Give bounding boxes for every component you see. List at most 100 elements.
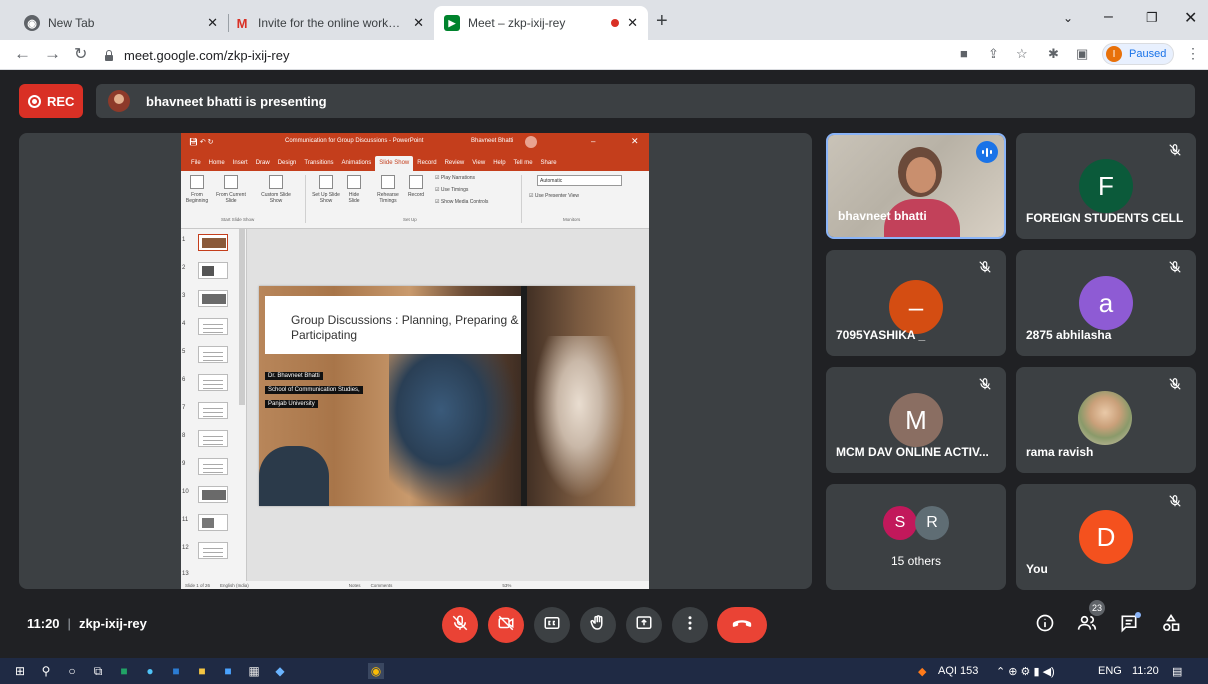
word-icon[interactable]: ■ xyxy=(168,663,184,679)
tab-gmail[interactable]: M Invite for the online workshop (6 ✕ xyxy=(224,6,434,40)
bookmark-star-icon[interactable]: ☆ xyxy=(1016,46,1028,62)
excel-icon[interactable]: ■ xyxy=(116,663,132,679)
mail-icon[interactable]: ■ xyxy=(220,663,236,679)
chrome-icon: ◉ xyxy=(24,15,40,31)
tab-meet[interactable]: ▶ Meet – zkp-ixij-rey ✕ xyxy=(434,6,648,40)
windows-start-icon[interactable]: ⊞ xyxy=(12,663,28,679)
more-icon xyxy=(681,614,699,637)
activities-button[interactable] xyxy=(1160,613,1182,636)
ppt-menu-item: Draw xyxy=(255,160,270,166)
slide-thumbnail xyxy=(198,514,228,531)
participant-tile[interactable]: M MCM DAV ONLINE ACTIV... xyxy=(826,367,1006,473)
chrome-taskbar-icon[interactable]: ◉ xyxy=(368,663,384,679)
slide-thumbnail xyxy=(198,458,228,475)
meet-icon: ▶ xyxy=(444,15,460,31)
raise-hand-button[interactable] xyxy=(580,607,616,643)
people-button[interactable] xyxy=(1076,614,1098,636)
present-button[interactable] xyxy=(626,607,662,643)
slide-author: Dr. Bhavneet Bhatti xyxy=(265,372,323,380)
others-count: 15 others xyxy=(890,554,942,568)
participant-tile-speaking[interactable]: bhavneet bhatti xyxy=(826,133,1006,239)
thumb-number: 9 xyxy=(182,461,186,467)
participant-tile[interactable]: rama ravish xyxy=(1016,367,1196,473)
edge-icon[interactable]: ● xyxy=(142,663,158,679)
ppt-menu-item: Animations xyxy=(341,160,372,166)
recording-indicator[interactable]: REC xyxy=(19,84,83,118)
ribbon-record: Record xyxy=(405,175,427,198)
restore-button[interactable]: ❐ xyxy=(1146,10,1158,26)
meeting-info: 11:20 | zkp-ixij-rey xyxy=(27,616,147,631)
mic-toggle-button[interactable] xyxy=(442,607,478,643)
camera-indicator-icon[interactable]: ■ xyxy=(960,46,968,61)
cortana-icon[interactable]: ○ xyxy=(64,663,80,679)
slide-thumbnail xyxy=(198,290,228,307)
tab-search-icon[interactable]: ⌄ xyxy=(1063,11,1073,25)
ppt-menu-item: View xyxy=(472,160,486,166)
close-icon[interactable]: ✕ xyxy=(207,15,218,31)
reload-button[interactable]: ↻ xyxy=(74,44,87,64)
share-icon[interactable]: ⇪ xyxy=(988,46,999,62)
forward-button[interactable]: → xyxy=(44,44,61,64)
search-icon[interactable]: ⚲ xyxy=(38,663,54,679)
language-indicator[interactable]: ENG xyxy=(1098,665,1122,677)
recording-dot-icon xyxy=(611,19,620,27)
ppt-menu-item: Tell me xyxy=(513,160,533,166)
present-icon xyxy=(635,614,653,637)
others-tile[interactable]: S R 15 others xyxy=(826,484,1006,590)
aqi-text[interactable]: AQI 153 xyxy=(938,665,978,677)
ppt-body: 1 2 3 4 5 6 7 8 9 10 11 12 13 Group Disc… xyxy=(181,229,649,581)
thumb-number: 8 xyxy=(182,433,186,439)
app-icon[interactable]: ◆ xyxy=(272,663,288,679)
participant-tile[interactable]: F FOREIGN STUDENTS CELL xyxy=(1016,133,1196,239)
self-tile[interactable]: D You xyxy=(1016,484,1196,590)
weather-icon: ◆ xyxy=(918,666,927,678)
participant-avatar: D xyxy=(1079,510,1133,564)
browser-menu-icon[interactable]: ⋮ xyxy=(1186,45,1200,62)
thumb-number: 7 xyxy=(182,405,186,411)
close-icon[interactable]: ✕ xyxy=(413,15,424,31)
back-button[interactable]: ← xyxy=(14,44,31,64)
presenting-text: bhavneet bhatti is presenting xyxy=(146,93,327,109)
tray-icons[interactable]: ⌃ ⊕ ⚙ ▮ ◀) xyxy=(996,665,1055,678)
ppt-menu-bar: File Home Insert Draw Design Transitions… xyxy=(181,151,649,171)
extensions-icon[interactable]: ✱ xyxy=(1048,46,1059,62)
notification-icon[interactable]: ▤ xyxy=(1172,665,1182,678)
ribbon-custom-show: Custom Slide Show xyxy=(259,175,293,204)
minimize-button[interactable]: – xyxy=(1104,8,1113,26)
close-icon[interactable]: ✕ xyxy=(627,15,638,31)
meeting-details-button[interactable] xyxy=(1034,614,1056,636)
participant-tile[interactable]: a 2875 abhilasha xyxy=(1016,250,1196,356)
new-tab-button[interactable]: + xyxy=(656,10,668,33)
task-view-icon[interactable]: ⧉ xyxy=(90,663,106,679)
thumb-number: 4 xyxy=(182,321,186,327)
rec-label: REC xyxy=(47,93,75,109)
ppt-menu-item: Home xyxy=(208,160,225,166)
others-avatar: S xyxy=(883,506,917,540)
thumb-number: 10 xyxy=(182,489,189,495)
slide-thumbnail xyxy=(198,486,228,503)
taskbar-clock[interactable]: 11:20 xyxy=(1132,665,1159,677)
captions-button[interactable] xyxy=(534,607,570,643)
tab-new-tab[interactable]: ◉ New Tab ✕ xyxy=(14,6,228,40)
ppt-menu-item: File xyxy=(191,160,201,166)
side-panel-icon[interactable]: ▣ xyxy=(1076,46,1088,62)
participant-name: 2875 abhilasha xyxy=(1026,328,1112,342)
presentation-stage[interactable]: 💾︎ ↶ ↻ Communication for Group Discussio… xyxy=(19,133,812,589)
slide-thumbnail xyxy=(198,262,228,279)
leave-call-button[interactable] xyxy=(717,607,767,643)
ppt-menu-item: Review xyxy=(444,160,465,166)
profile-button[interactable]: I Paused xyxy=(1102,43,1174,65)
ppt-menu-item: Record xyxy=(417,160,437,166)
mic-off-icon xyxy=(978,260,992,274)
thumb-number: 12 xyxy=(182,545,189,551)
camera-toggle-button[interactable] xyxy=(488,607,524,643)
more-options-button[interactable] xyxy=(672,607,708,643)
ribbon-hide: Hide Slide xyxy=(343,175,365,204)
participant-tile[interactable]: – 7095YASHIKA _ xyxy=(826,250,1006,356)
ribbon-show-media: ☑ Show Media Controls xyxy=(435,199,489,205)
file-explorer-icon[interactable]: ■ xyxy=(194,663,210,679)
thumb-number: 11 xyxy=(182,517,189,523)
address-bar[interactable]: meet.google.com/zkp-ixij-rey xyxy=(104,44,944,66)
store-icon[interactable]: ▦ xyxy=(246,663,262,679)
close-window-button[interactable]: ✕ xyxy=(1184,8,1197,28)
